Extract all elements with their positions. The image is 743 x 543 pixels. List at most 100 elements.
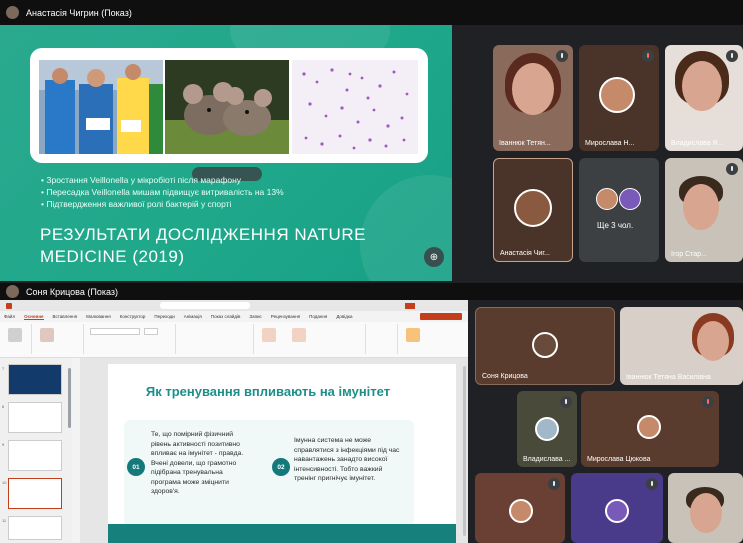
participant-tile-speaking[interactable]: Анастасія Чиг... xyxy=(493,158,573,262)
participant-name: Мирослава Цюкова xyxy=(587,456,651,463)
tab-review[interactable]: Рецензування xyxy=(271,314,300,319)
item1-text: Те, що помірний фізичний рівень активнос… xyxy=(151,431,244,495)
ribbon-group-designer xyxy=(400,324,430,354)
ppt-search-box[interactable] xyxy=(160,302,250,309)
participant-name: Владислава ... xyxy=(523,456,571,463)
presenter-title: Соня Крицова (Показ) xyxy=(26,286,119,297)
participant-face xyxy=(512,63,554,115)
participant-tile[interactable]: Іваннюк Тетяна Василівна xyxy=(620,307,743,385)
presenter-bar: Соня Крицова (Показ) xyxy=(0,283,743,300)
shared-slide: • Зростання Veillonella у мікробіоті піс… xyxy=(0,25,452,281)
slide-footer-band xyxy=(108,524,456,543)
ppt-logo-icon xyxy=(6,302,12,309)
designer-icon[interactable] xyxy=(406,328,420,342)
slide-thumbnail-selected[interactable] xyxy=(8,478,62,509)
thumbnail-scrollbar[interactable] xyxy=(68,368,71,428)
slide-thumbnail[interactable] xyxy=(8,402,62,433)
font-size-select[interactable] xyxy=(144,328,158,335)
slide-bullets: • Зростання Veillonella у мікробіоті піс… xyxy=(41,174,284,210)
tab-view[interactable]: Подання xyxy=(309,314,327,319)
participant-avatar xyxy=(637,415,661,439)
participant-tile[interactable] xyxy=(475,473,565,543)
mice-photo xyxy=(165,60,289,154)
tab-record[interactable]: Запис xyxy=(249,314,261,319)
participant-tile[interactable]: Мирослава Цюкова xyxy=(581,391,719,467)
presenter-avatar xyxy=(6,285,19,298)
slide-title-line: MEDICINE (2019) xyxy=(40,247,185,266)
participant-avatar xyxy=(605,499,629,523)
participant-name: Іваннюк Тетяна Василівна xyxy=(626,374,711,381)
arrange-icon[interactable] xyxy=(292,328,306,342)
participant-tile-more[interactable]: Ще 3 чол. xyxy=(579,158,659,262)
item2-number: 02 xyxy=(272,458,290,476)
participant-tile[interactable]: Владислава ... xyxy=(517,391,577,467)
slide-thumbnail[interactable] xyxy=(8,440,62,471)
powerpoint-window: Файл Основне Вставлення Малювання Констр… xyxy=(0,300,468,543)
thumb-number: 7 xyxy=(2,366,5,371)
participant-avatar xyxy=(514,189,552,227)
slide-thumbnail[interactable] xyxy=(8,364,62,395)
current-slide: Як тренування впливають на імунітет Те, … xyxy=(108,364,456,543)
mic-off-icon xyxy=(646,478,658,490)
tab-help[interactable]: Довідка xyxy=(336,314,352,319)
tab-file[interactable]: Файл xyxy=(4,314,15,319)
mic-off-icon xyxy=(556,50,568,62)
tab-draw[interactable]: Малювання xyxy=(86,314,111,319)
thumb-number: 10 xyxy=(2,480,7,485)
ribbon-group-slides xyxy=(34,324,84,354)
tab-animation[interactable]: Анімація xyxy=(184,314,202,319)
presenter-avatar xyxy=(6,6,19,19)
tab-insert[interactable]: Вставлення xyxy=(53,314,78,319)
participant-face xyxy=(697,321,729,361)
ribbon xyxy=(0,322,468,358)
mic-off-icon xyxy=(702,396,714,408)
participant-tile[interactable] xyxy=(571,473,663,543)
item1-number: 01 xyxy=(127,458,145,476)
ribbon-group-editing xyxy=(368,324,398,354)
ribbon-group-font xyxy=(86,324,176,354)
ribbon-tabs: Файл Основне Вставлення Малювання Констр… xyxy=(0,311,468,322)
participant-tile[interactable]: Владислава Я... xyxy=(665,45,743,151)
tab-home[interactable]: Основне xyxy=(24,314,44,320)
slide-thumbnail[interactable] xyxy=(8,516,62,540)
participant-face xyxy=(682,61,722,111)
bullet-item: • Підтвердження важливої ролі бактерій у… xyxy=(41,199,232,209)
bullet-item: • Зростання Veillonella у мікробіоті піс… xyxy=(41,175,242,185)
thumb-number: 9 xyxy=(2,442,5,447)
tab-transitions[interactable]: Переходи xyxy=(154,314,174,319)
thumb-number: 11 xyxy=(2,518,7,523)
slide-canvas: Як тренування впливають на імунітет Те, … xyxy=(80,358,468,543)
more-participants-label: Ще 3 чол. xyxy=(597,221,634,230)
presenter-title: Анастасія Чигрин (Показ) xyxy=(26,7,132,18)
participant-tile[interactable]: Іваннюк Тетян... xyxy=(493,45,573,151)
participant-name: Соня Крицова xyxy=(482,373,528,380)
shapes-icon[interactable] xyxy=(262,328,276,342)
record-button[interactable] xyxy=(420,313,462,320)
participant-tile[interactable] xyxy=(668,473,743,543)
participant-face xyxy=(690,493,722,533)
slide-title: Як тренування впливають на імунітет xyxy=(145,384,391,399)
slide-scrollbar[interactable] xyxy=(463,366,466,536)
bacteria-micrograph xyxy=(292,60,418,154)
tab-slideshow[interactable]: Показ слайдів xyxy=(211,314,240,319)
runners-photo xyxy=(39,60,163,154)
participant-name: Іваннюк Тетян... xyxy=(499,140,551,147)
participant-tile[interactable]: Мирослава Н... xyxy=(579,45,659,151)
participant-tile[interactable]: Ігор Стар... xyxy=(665,158,743,262)
new-slide-icon[interactable] xyxy=(40,328,54,342)
participant-tile-speaking[interactable]: Соня Крицова xyxy=(475,307,615,385)
zoom-in-icon[interactable]: ⊕ xyxy=(424,247,444,267)
top-meeting-window: Анастасія Чигрин (Показ) • Зростання Vei… xyxy=(0,0,743,283)
mic-off-icon xyxy=(548,478,560,490)
participant-face xyxy=(683,184,719,230)
tab-design[interactable]: Конструктор xyxy=(120,314,146,319)
participant-avatar xyxy=(619,188,641,210)
ppt-share-button[interactable] xyxy=(405,302,415,309)
mic-off-icon xyxy=(726,50,738,62)
paste-icon[interactable] xyxy=(8,328,22,342)
item2-text: Імунна система не може справлятися з інф… xyxy=(294,437,400,482)
bullet-item: • Пересадка Veillonella мишам підвищує в… xyxy=(41,187,284,197)
ppt-titlebar xyxy=(0,300,468,311)
font-select[interactable] xyxy=(90,328,140,335)
ribbon-group-drawing xyxy=(256,324,366,354)
